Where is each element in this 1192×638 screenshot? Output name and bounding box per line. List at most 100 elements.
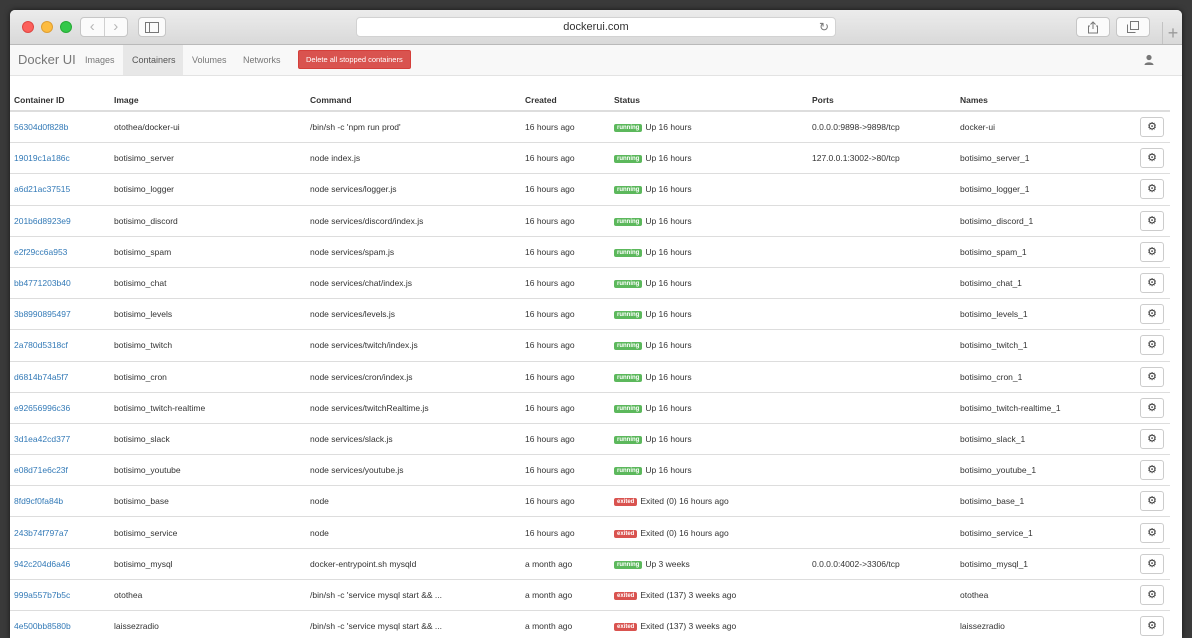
command-cell: docker-entrypoint.sh mysqld [306,547,521,580]
delete-stopped-containers-button[interactable]: Delete all stopped containers [298,50,411,69]
container-id-link[interactable]: e92656996c36 [14,403,70,413]
status-text: Up 16 hours [645,402,692,413]
gear-icon: ⚙ [1147,401,1157,414]
browser-window: ‹ › dockerui.com ↻ + Docker UI Images Co… [10,10,1182,638]
names-cell: botisimo_twitch_1 [956,329,1140,361]
table-row: 56304d0f828b otothea/docker-ui/bin/sh -c … [10,110,1170,143]
url-text: dockerui.com [563,21,629,33]
share-button[interactable] [1076,17,1110,37]
back-button[interactable]: ‹ [81,18,105,36]
status-cell: running Up 16 hours [610,360,808,393]
table-row: 8fd9cf0fa84b botisimo_base node 16 hours ag… [10,485,1170,517]
container-id-cell: a6d21ac37515 [10,173,110,206]
table-row: d6814b74a5f7 botisimo_cron node services/c… [10,360,1170,393]
container-actions-button[interactable]: ⚙ [1140,366,1164,387]
command-cell: node services/chat/index.js [306,266,521,299]
ports-cell [808,298,956,330]
reload-icon[interactable]: ↻ [819,18,829,36]
command-cell: /bin/sh -c 'npm run prod' [306,110,521,143]
container-id-link[interactable]: 2a780d5318cf [14,340,68,350]
status-text: Up 16 hours [645,184,692,195]
container-actions-button[interactable]: ⚙ [1140,397,1164,418]
image-cell: botisimo_twitch-realtime [110,391,306,424]
container-id-cell: 942c204d6a46 [10,547,110,580]
container-id-cell: e2f29cc6a953 [10,235,110,268]
container-id-link[interactable]: 999a557b7b5c [14,590,70,600]
status-badge: running [614,155,643,164]
container-id-link[interactable]: 56304d0f828b [14,122,68,132]
container-actions-button[interactable]: ⚙ [1140,428,1164,449]
table-row: 3b8990895497 botisimo_levels node services… [10,298,1170,330]
forward-button[interactable]: › [105,18,128,36]
container-actions-button[interactable]: ⚙ [1140,179,1164,200]
image-cell: botisimo_mysql [110,547,306,580]
sidebar-toggle-button[interactable] [138,17,166,37]
container-id-link[interactable]: 4e500bb8580b [14,621,71,631]
container-id-link[interactable]: e2f29cc6a953 [14,247,67,257]
container-id-link[interactable]: 19019c1a186c [14,153,70,163]
container-actions-button[interactable]: ⚙ [1140,335,1164,356]
actions-cell: ⚙ [1140,110,1170,143]
container-actions-button[interactable]: ⚙ [1140,491,1164,512]
container-id-link[interactable]: e08d71e6c23f [14,465,68,475]
container-actions-button[interactable]: ⚙ [1140,148,1164,169]
image-cell: botisimo_levels [110,298,306,330]
show-tabs-button[interactable] [1116,17,1150,37]
image-cell: botisimo_slack [110,422,306,455]
image-cell: botisimo_chat [110,266,306,299]
container-actions-button[interactable]: ⚙ [1140,584,1164,605]
gear-icon: ⚙ [1147,339,1157,352]
container-id-link[interactable]: 942c204d6a46 [14,559,70,569]
container-id-link[interactable]: 8fd9cf0fa84b [14,496,63,506]
column-header-actions [1140,90,1170,112]
container-id-link[interactable]: 201b6d8923e9 [14,216,71,226]
column-header: Status [610,90,808,112]
zoom-window-button[interactable] [60,21,72,33]
container-actions-button[interactable]: ⚙ [1140,460,1164,481]
nav-volumes[interactable]: Volumes [183,45,236,75]
container-id-link[interactable]: 3b8990895497 [14,309,71,319]
new-tab-button[interactable]: + [1162,22,1182,44]
image-cell: botisimo_cron [110,360,306,393]
gear-icon: ⚙ [1147,152,1157,165]
status-cell: running Up 16 hours [610,298,808,330]
history-nav: ‹ › [80,17,128,37]
command-cell: node [306,485,521,517]
container-actions-button[interactable]: ⚙ [1140,241,1164,262]
container-actions-button[interactable]: ⚙ [1140,117,1164,138]
container-actions-button[interactable]: ⚙ [1140,522,1164,543]
created-cell: a month ago [521,547,610,580]
status-text: Up 16 hours [645,122,692,133]
address-bar[interactable]: dockerui.com ↻ [356,17,836,37]
container-id-link[interactable]: d6814b74a5f7 [14,372,68,382]
container-actions-button[interactable]: ⚙ [1140,616,1164,637]
user-icon[interactable] [1142,53,1156,67]
status-text: Exited (0) 16 hours ago [640,496,729,507]
image-cell: laissezradio [110,610,306,638]
container-actions-button[interactable]: ⚙ [1140,273,1164,294]
app-navbar: Docker UI Images Containers Volumes Netw… [10,45,1182,76]
created-cell: 16 hours ago [521,298,610,330]
status-badge: exited [614,529,638,538]
names-cell: botisimo_cron_1 [956,360,1140,393]
table-row: e2f29cc6a953 botisimo_spam node services/s… [10,235,1170,268]
status-badge: running [614,124,643,133]
container-id-link[interactable]: 3d1ea42cd377 [14,434,70,444]
created-cell: 16 hours ago [521,204,610,237]
nav-images[interactable]: Images [76,45,124,75]
container-actions-button[interactable]: ⚙ [1140,210,1164,231]
table-body: 56304d0f828b otothea/docker-ui/bin/sh -c … [10,110,1170,638]
actions-cell: ⚙ [1140,173,1170,206]
close-window-button[interactable] [22,21,34,33]
nav-containers[interactable]: Containers [123,45,183,75]
container-id-link[interactable]: bb4771203b40 [14,278,71,288]
container-id-link[interactable]: a6d21ac37515 [14,184,70,194]
container-actions-button[interactable]: ⚙ [1140,553,1164,574]
container-id-link[interactable]: 243b74f797a7 [14,528,68,538]
minimize-window-button[interactable] [41,21,53,33]
brand[interactable]: Docker UI [18,45,76,75]
status-text: Up 3 weeks [645,558,690,569]
container-actions-button[interactable]: ⚙ [1140,304,1164,325]
container-id-cell: 8fd9cf0fa84b [10,485,110,517]
nav-networks[interactable]: Networks [234,45,290,75]
